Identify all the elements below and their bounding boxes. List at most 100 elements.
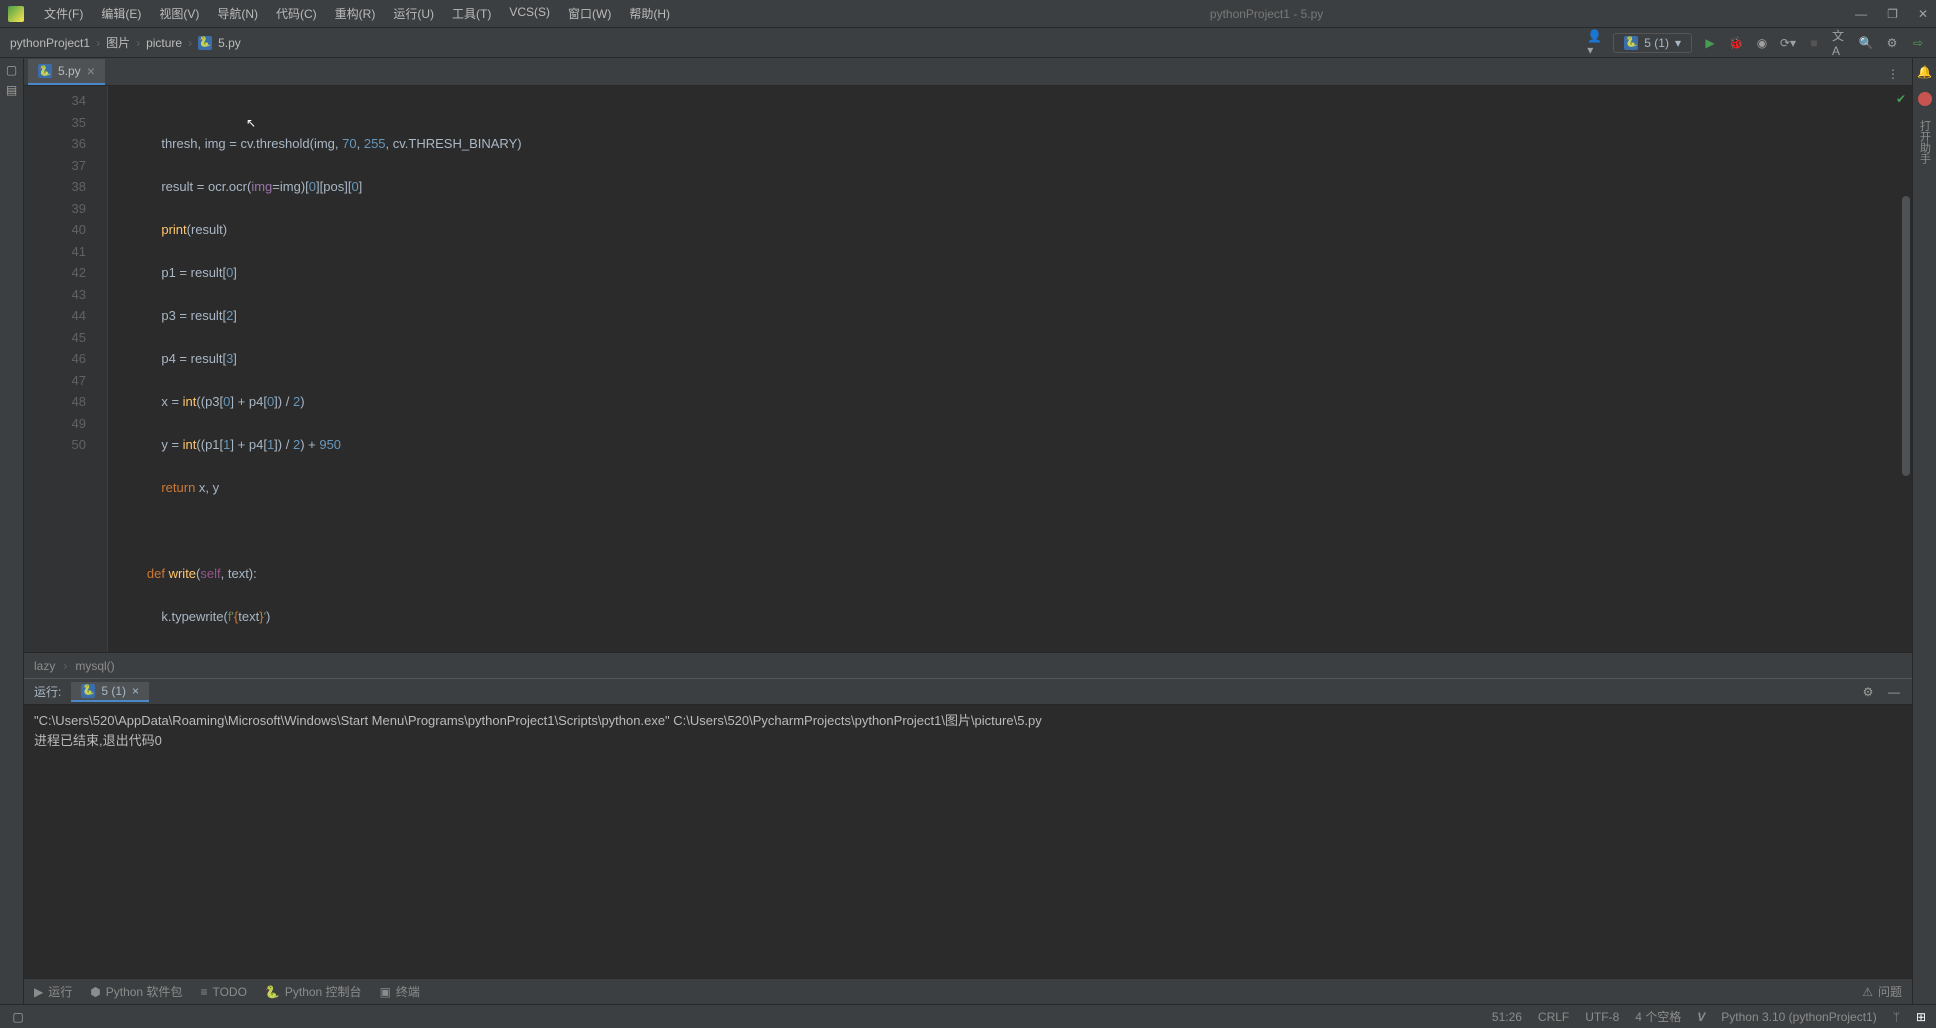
notifications-icon[interactable]: 🔔: [1917, 64, 1933, 80]
debug-button[interactable]: 🐞: [1728, 35, 1744, 51]
line-number[interactable]: 44: [28, 305, 86, 327]
editor-tabs: 🐍 5.py × ⋮: [24, 58, 1912, 86]
breadcrumb-project[interactable]: pythonProject1: [10, 36, 90, 50]
line-number[interactable]: 42: [28, 262, 86, 284]
menu-help[interactable]: 帮助(H): [621, 3, 678, 24]
close-icon[interactable]: ×: [87, 63, 95, 79]
window-controls: ― ❐ ✕: [1855, 7, 1928, 21]
line-number-gutter: 34 35 36 37 38 39 40 41 42 43 44 45 46 4…: [24, 86, 94, 652]
menu-file[interactable]: 文件(F): [36, 3, 91, 24]
breadcrumb: pythonProject1 › 图片 › picture › 🐍 5.py: [10, 34, 241, 51]
context-method[interactable]: mysql(): [75, 659, 114, 673]
menu-vcs[interactable]: VCS(S): [501, 3, 558, 24]
tab-options-icon[interactable]: ⋮: [1883, 63, 1904, 85]
caret-position[interactable]: 51:26: [1492, 1010, 1522, 1024]
breadcrumb-sep: ›: [96, 36, 100, 50]
search-icon[interactable]: 🔍: [1858, 35, 1874, 51]
project-tool-icon[interactable]: ▢: [4, 62, 20, 78]
indent-settings[interactable]: 4 个空格: [1635, 1008, 1681, 1025]
context-breadcrumb: lazy › mysql(): [24, 652, 1912, 678]
line-number[interactable]: 47: [28, 370, 86, 392]
profile-button[interactable]: ⟳▾: [1780, 35, 1796, 51]
run-settings-icon[interactable]: ⚙: [1860, 684, 1876, 700]
close-button[interactable]: ✕: [1918, 7, 1928, 21]
code-editor[interactable]: ✔ 34 35 36 37 38 39 40 41 42 43 44 45 46…: [24, 86, 1912, 652]
python-file-icon: 🐍: [38, 64, 52, 78]
line-number[interactable]: 37: [28, 155, 86, 177]
app-icon: [8, 6, 24, 22]
assistant-icon[interactable]: [1918, 92, 1932, 106]
python-icon: 🐍: [1624, 36, 1638, 50]
line-number[interactable]: 49: [28, 413, 86, 435]
line-number[interactable]: 45: [28, 327, 86, 349]
run-output[interactable]: "C:\Users\520\AppData\Roaming\Microsoft\…: [24, 705, 1912, 978]
tool-todo[interactable]: ≡TODO: [200, 985, 246, 999]
coverage-button[interactable]: ◉: [1754, 35, 1770, 51]
menu-run[interactable]: 运行(U): [385, 3, 442, 24]
breadcrumb-sep: ›: [136, 36, 140, 50]
menu-view[interactable]: 视图(V): [151, 3, 207, 24]
menu-edit[interactable]: 编辑(E): [93, 3, 149, 24]
line-number[interactable]: 48: [28, 391, 86, 413]
list-icon: ≡: [200, 985, 207, 999]
run-config-label: 5 (1): [1644, 36, 1669, 50]
nav-right: 👤▾ 🐍 5 (1) ▾ ▶ 🐞 ◉ ⟳▾ ■ 文A 🔍 ⚙ ⇨: [1587, 33, 1926, 53]
git-icon[interactable]: ᛘ: [1893, 1010, 1900, 1024]
tool-python-console[interactable]: 🐍Python 控制台: [265, 983, 362, 1000]
assistant-label[interactable]: 打开助手: [1917, 120, 1933, 164]
run-config-selector[interactable]: 🐍 5 (1) ▾: [1613, 33, 1692, 53]
minimize-button[interactable]: ―: [1855, 7, 1867, 21]
menu-window[interactable]: 窗口(W): [560, 3, 619, 24]
run-button[interactable]: ▶: [1702, 35, 1718, 51]
line-number[interactable]: 35: [28, 112, 86, 134]
bottom-toolbar: ▶运行 ⬢Python 软件包 ≡TODO 🐍Python 控制台 ▣终端 ⚠问…: [24, 978, 1912, 1004]
menu-navigate[interactable]: 导航(N): [209, 3, 266, 24]
hide-panel-icon[interactable]: ―: [1886, 684, 1902, 700]
mouse-cursor: ↖: [246, 113, 256, 135]
line-separator[interactable]: CRLF: [1538, 1010, 1569, 1024]
line-number[interactable]: 36: [28, 133, 86, 155]
settings-icon[interactable]: ⚙: [1884, 35, 1900, 51]
close-icon[interactable]: ×: [132, 684, 139, 698]
navbar: pythonProject1 › 图片 › picture › 🐍 5.py 👤…: [0, 28, 1936, 58]
code-content[interactable]: ↖ thresh, img = cv.threshold(img, 70, 25…: [108, 86, 1912, 652]
tab-label: 5.py: [58, 64, 81, 78]
run-panel-title: 运行:: [34, 683, 61, 700]
line-number[interactable]: 50: [28, 434, 86, 456]
structure-tool-icon[interactable]: ▤: [4, 82, 20, 98]
editor-tab-active[interactable]: 🐍 5.py ×: [28, 59, 105, 85]
breadcrumb-sep: ›: [188, 36, 192, 50]
run-tab-active[interactable]: 🐍 5 (1) ×: [71, 682, 149, 702]
tool-problems[interactable]: ⚠问题: [1862, 983, 1902, 1000]
tool-python-packages[interactable]: ⬢Python 软件包: [90, 983, 182, 1000]
line-number[interactable]: 34: [28, 90, 86, 112]
breadcrumb-folder1[interactable]: 图片: [106, 34, 130, 51]
translate-icon[interactable]: 文A: [1832, 35, 1848, 51]
interpreter[interactable]: Python 3.10 (pythonProject1): [1721, 1010, 1876, 1024]
stop-button[interactable]: ■: [1806, 35, 1822, 51]
menu-tools[interactable]: 工具(T): [444, 3, 499, 24]
maximize-button[interactable]: ❐: [1887, 7, 1898, 21]
line-number[interactable]: 41: [28, 241, 86, 263]
menu-code[interactable]: 代码(C): [268, 3, 325, 24]
breadcrumb-sep: ›: [63, 659, 67, 673]
line-number[interactable]: 46: [28, 348, 86, 370]
file-encoding[interactable]: UTF-8: [1585, 1010, 1619, 1024]
line-number[interactable]: 38: [28, 176, 86, 198]
python-icon: 🐍: [81, 684, 95, 698]
tool-run[interactable]: ▶运行: [34, 983, 72, 1000]
readonly-icon[interactable]: V: [1697, 1010, 1705, 1024]
line-number[interactable]: 39: [28, 198, 86, 220]
menu-refactor[interactable]: 重构(R): [327, 3, 384, 24]
code-with-me-icon[interactable]: ⇨: [1910, 35, 1926, 51]
warning-icon: ⚠: [1862, 985, 1873, 999]
line-number[interactable]: 43: [28, 284, 86, 306]
user-icon[interactable]: 👤▾: [1587, 35, 1603, 51]
line-number[interactable]: 40: [28, 219, 86, 241]
context-class[interactable]: lazy: [34, 659, 55, 673]
breadcrumb-file[interactable]: 5.py: [218, 36, 241, 50]
chevron-down-icon: ▾: [1675, 36, 1681, 50]
breadcrumb-folder2[interactable]: picture: [146, 36, 182, 50]
tool-terminal[interactable]: ▣终端: [380, 983, 420, 1000]
tool-windows-icon[interactable]: ▢: [10, 1009, 26, 1025]
